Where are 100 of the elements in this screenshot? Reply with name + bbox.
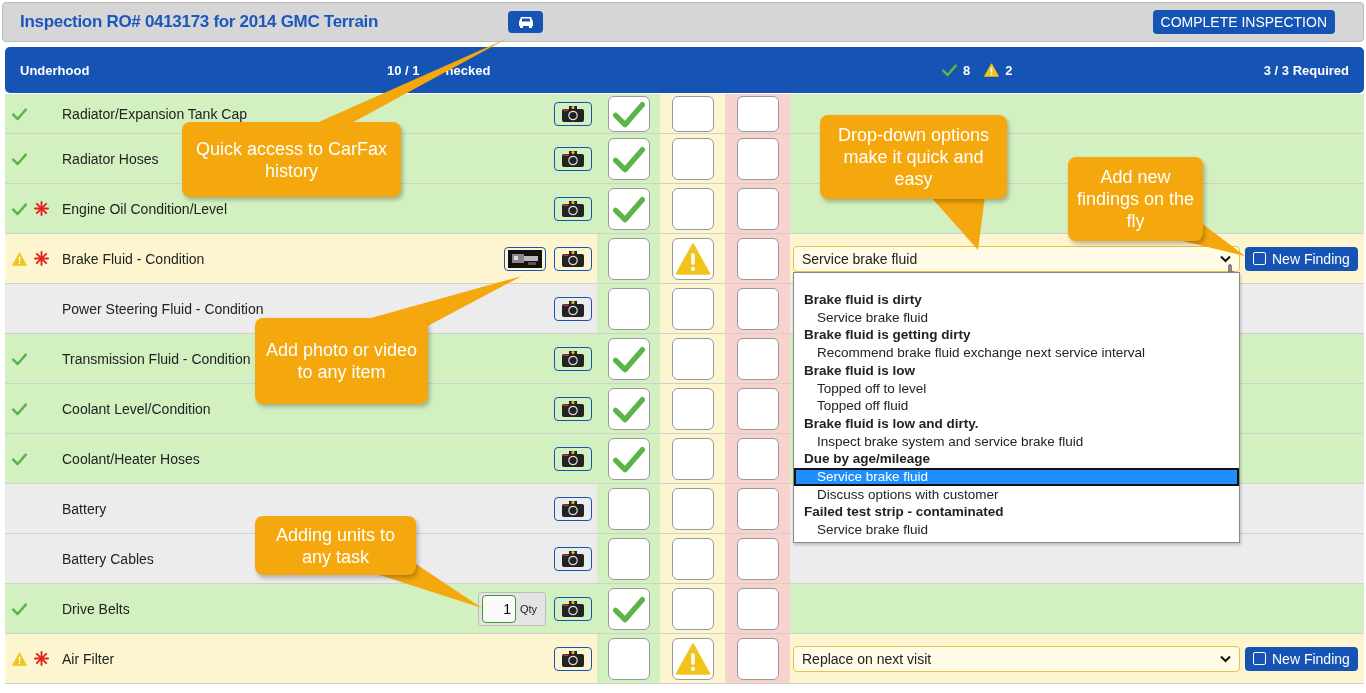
pass-checkbox[interactable] [607, 187, 650, 230]
fail-checkbox[interactable] [736, 487, 779, 530]
checkbox-icon [1253, 652, 1266, 665]
dropdown-option[interactable]: Service brake fluid [794, 308, 1239, 327]
check-icon [612, 194, 645, 223]
pass-checkbox[interactable] [607, 237, 650, 280]
pass-checkbox[interactable] [607, 437, 650, 480]
attention-checkbox[interactable] [671, 95, 714, 132]
item-name: Engine Oil Condition/Level [62, 200, 227, 217]
callout: Add photo or video to any item [255, 318, 428, 404]
fail-checkbox[interactable] [736, 137, 779, 180]
camera-button[interactable] [554, 101, 592, 126]
camera-button[interactable] [554, 296, 592, 321]
dropdown-option[interactable]: Topped off fluid [794, 397, 1239, 415]
warning-icon [12, 251, 27, 266]
check-icon [12, 601, 27, 616]
camera-icon [561, 399, 585, 418]
camera-button[interactable] [554, 246, 592, 271]
pass-checkbox[interactable] [607, 587, 650, 630]
quantity-field[interactable]: 1 [482, 594, 516, 623]
camera-icon [561, 249, 585, 268]
attention-checkbox[interactable] [671, 587, 714, 630]
item-name: Brake Fluid - Condition [62, 250, 205, 267]
check-icon [12, 351, 27, 366]
callout: Quick access to CarFax history [182, 122, 401, 197]
fail-checkbox[interactable] [736, 637, 779, 680]
fail-checkbox[interactable] [736, 587, 779, 630]
fail-checkbox[interactable] [736, 95, 779, 132]
camera-icon [561, 149, 585, 168]
item-name: Transmission Fluid - Condition [62, 350, 251, 367]
warning-icon [674, 242, 711, 275]
attention-checkbox[interactable] [671, 537, 714, 580]
dropdown-option[interactable]: Inspect brake system and service brake fluid [794, 432, 1239, 451]
camera-icon [561, 299, 585, 318]
dropdown-option[interactable]: Service brake fluid [794, 521, 1239, 539]
option-group-label: Due by age/mileage [803, 450, 932, 469]
pass-checkbox[interactable] [607, 487, 650, 530]
attention-checkbox[interactable] [671, 637, 714, 680]
item-name: Air Filter [62, 650, 115, 667]
camera-button[interactable] [554, 646, 592, 671]
camera-button[interactable] [554, 446, 592, 471]
camera-button[interactable] [554, 146, 592, 171]
warning-icon [12, 651, 27, 666]
pass-checkbox[interactable] [607, 337, 650, 380]
dropdown-option[interactable]: Recommend brake fluid exchange next service interval [794, 344, 1239, 362]
warning-icon [674, 642, 711, 675]
pass-checkbox[interactable] [607, 287, 650, 330]
fail-checkbox[interactable] [736, 237, 779, 280]
camera-button[interactable] [554, 546, 592, 571]
dropdown-option[interactable]: Topped off to level [794, 379, 1239, 398]
pass-checkbox[interactable] [607, 137, 650, 180]
camera-button[interactable] [554, 196, 592, 221]
camera-button[interactable] [554, 396, 592, 421]
media-thumbnail-button[interactable] [504, 246, 546, 271]
carfax-button[interactable] [508, 11, 543, 33]
check-icon [12, 201, 27, 216]
selected-finding: Replace on next visit [802, 650, 932, 667]
pass-checkbox[interactable] [607, 387, 650, 430]
option-group-label: Brake fluid is dirty [803, 291, 923, 309]
attention-checkbox[interactable] [671, 187, 714, 230]
complete-inspection-button[interactable]: COMPLETE INSPECTION [1152, 10, 1335, 34]
finding-dropdown[interactable]: Replace on next visit [793, 645, 1240, 672]
camera-icon [561, 649, 585, 668]
fail-checkbox[interactable] [736, 187, 779, 230]
fail-checkbox[interactable] [736, 287, 779, 330]
pass-checkbox[interactable] [607, 95, 650, 132]
camera-button[interactable] [554, 496, 592, 521]
check-icon [612, 394, 645, 423]
finding-dropdown[interactable]: Service brake fluid [793, 245, 1240, 272]
warning-count: 2 [1005, 62, 1013, 78]
item-name: Power Steering Fluid - Condition [62, 300, 264, 317]
dropdown-option[interactable]: Discuss options with customer [794, 485, 1239, 504]
pass-checkbox[interactable] [607, 637, 650, 680]
ok-count: 8 [963, 62, 971, 78]
attention-checkbox[interactable] [671, 487, 714, 530]
camera-button[interactable] [554, 346, 592, 371]
attention-checkbox[interactable] [671, 387, 714, 430]
check-icon [12, 401, 27, 416]
item-name: Radiator/Expansion Tank Cap [62, 105, 247, 122]
attention-checkbox[interactable] [671, 437, 714, 480]
check-icon [12, 451, 27, 466]
check-icon [612, 444, 645, 473]
pass-checkbox[interactable] [607, 537, 650, 580]
attention-checkbox[interactable] [671, 287, 714, 330]
attention-checkbox[interactable] [671, 137, 714, 180]
check-icon [942, 63, 957, 77]
camera-icon [561, 549, 585, 568]
new-finding-button[interactable]: New Finding [1245, 246, 1358, 271]
item-name: Coolant Level/Condition [62, 400, 211, 417]
attention-checkbox[interactable] [671, 237, 714, 280]
attention-checkbox[interactable] [671, 337, 714, 380]
fail-checkbox[interactable] [736, 537, 779, 580]
camera-button[interactable] [554, 596, 592, 621]
required-count: 3 / 3 Required [1263, 62, 1349, 78]
fail-checkbox[interactable] [736, 387, 779, 430]
item-name: Radiator Hoses [62, 150, 159, 167]
item-name: Battery Cables [62, 550, 154, 567]
new-finding-button[interactable]: New Finding [1245, 646, 1358, 671]
fail-checkbox[interactable] [736, 337, 779, 380]
fail-checkbox[interactable] [736, 437, 779, 480]
